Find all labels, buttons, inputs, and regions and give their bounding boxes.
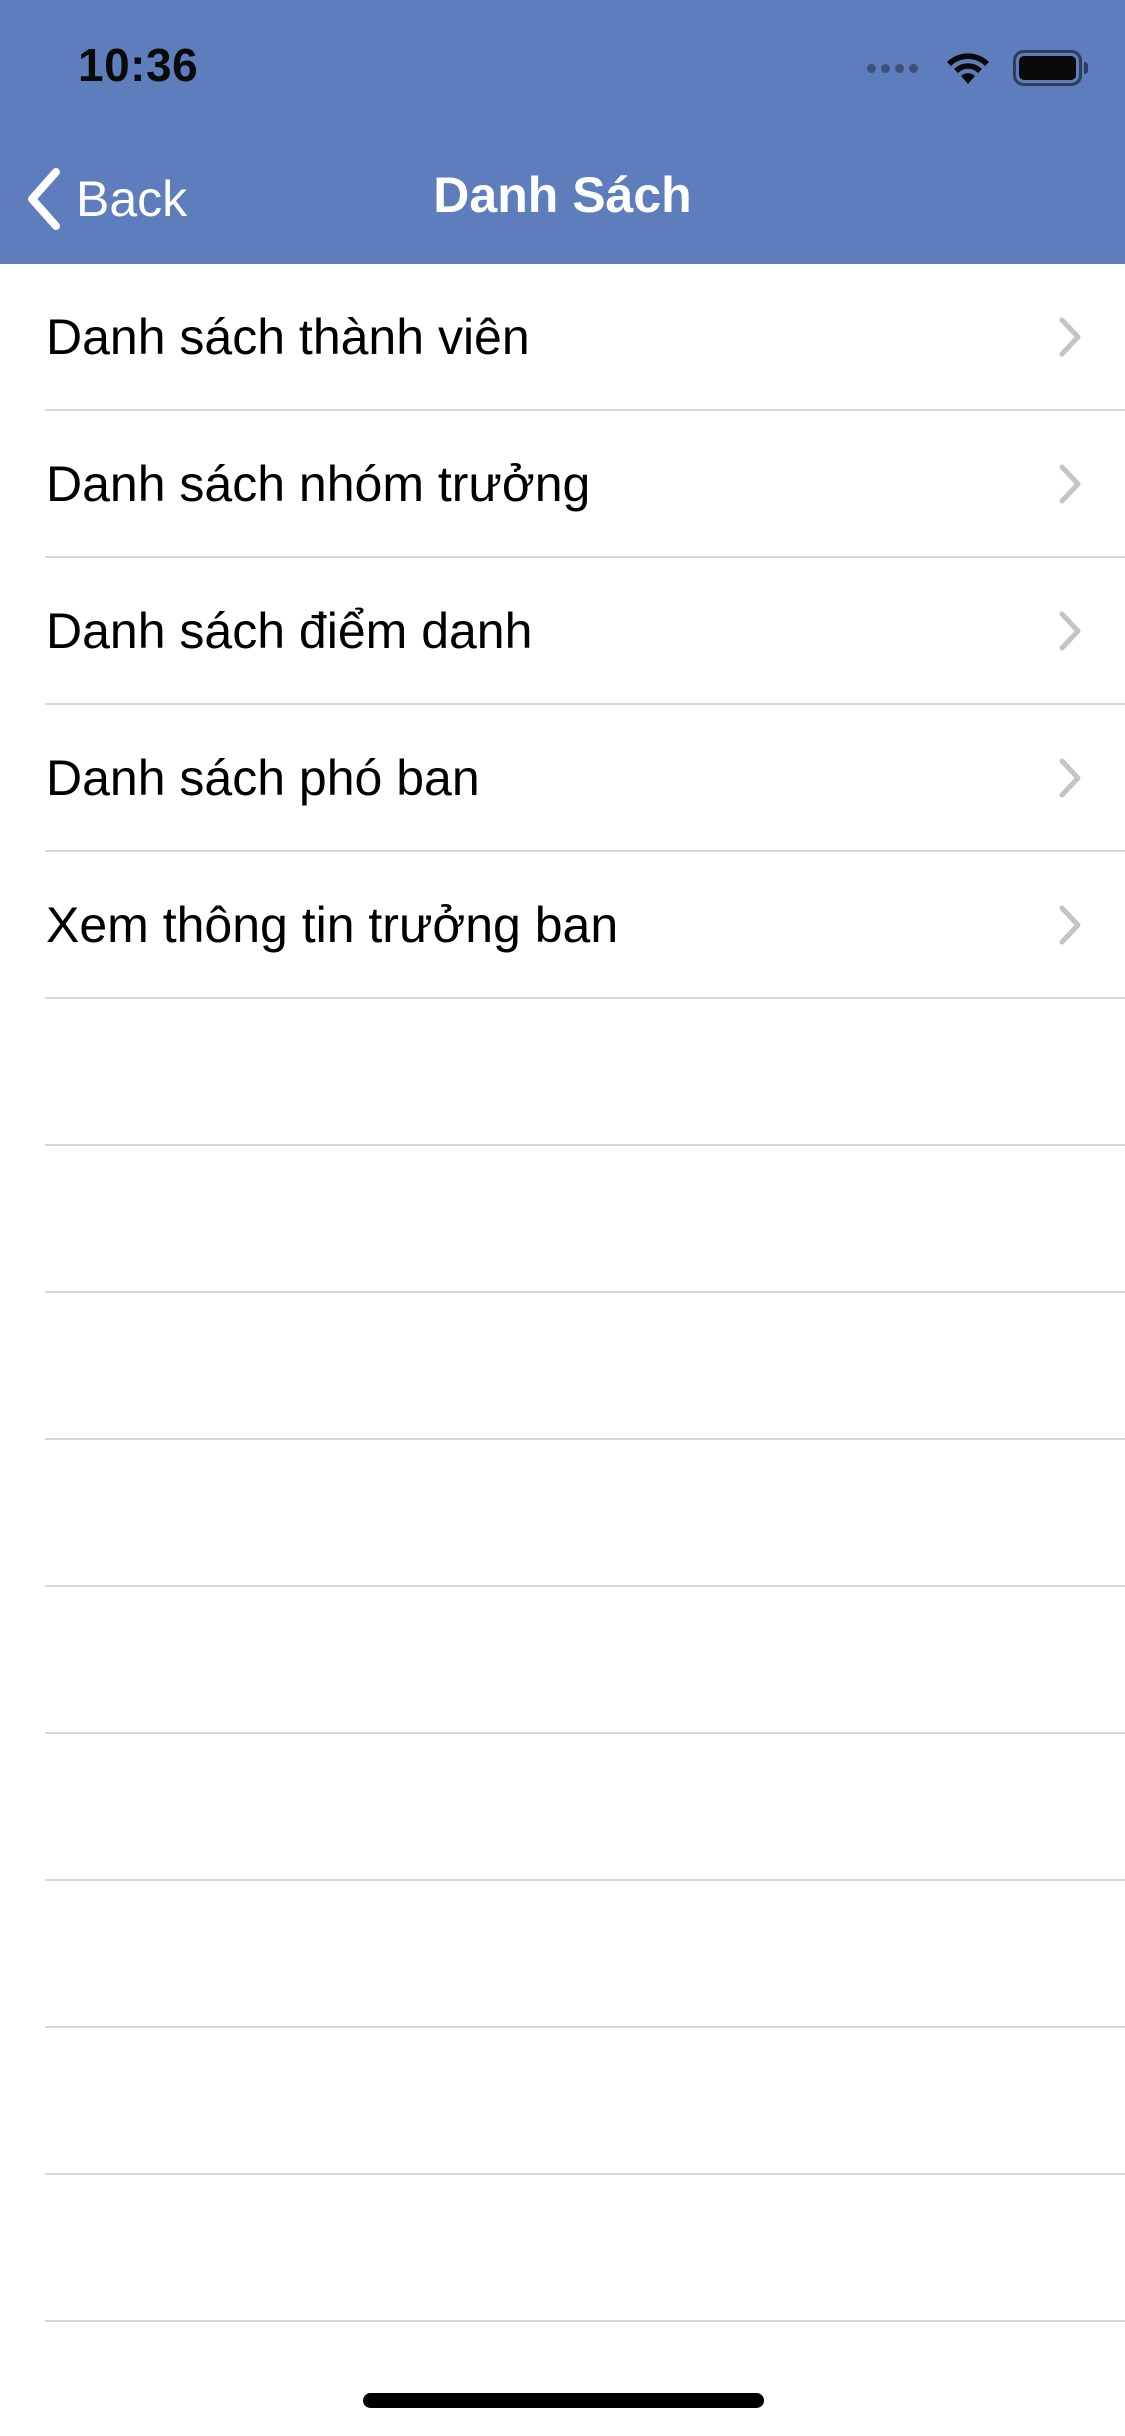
signal-icon xyxy=(867,63,923,73)
chevron-right-icon xyxy=(1059,611,1081,651)
list-item-label: Danh sách thành viên xyxy=(46,309,530,365)
empty-row xyxy=(0,1293,1125,1440)
empty-row xyxy=(0,1587,1125,1734)
list-item-thanh-vien[interactable]: Danh sách thành viên xyxy=(0,264,1125,411)
status-icons xyxy=(867,48,1089,88)
wifi-icon xyxy=(947,53,989,84)
empty-row xyxy=(0,1146,1125,1293)
empty-row xyxy=(0,2175,1125,2322)
page-title: Danh Sách xyxy=(433,167,692,223)
battery-icon xyxy=(1013,50,1088,86)
screen: 10:36 Back Danh Sách Danh sách thành viê… xyxy=(0,0,1125,2436)
list-item-label: Danh sách điểm danh xyxy=(46,603,533,659)
chevron-right-icon xyxy=(1059,317,1081,357)
navigation-header: 10:36 Back Danh Sách xyxy=(0,0,1125,264)
list-item-diem-danh[interactable]: Danh sách điểm danh xyxy=(0,558,1125,705)
list-item-nhom-truong[interactable]: Danh sách nhóm trưởng xyxy=(0,411,1125,558)
empty-row xyxy=(0,1440,1125,1587)
chevron-right-icon xyxy=(1059,758,1081,798)
empty-row xyxy=(0,2028,1125,2175)
list-item-truong-ban[interactable]: Xem thông tin trưởng ban xyxy=(0,852,1125,999)
empty-row xyxy=(0,1734,1125,1881)
empty-row xyxy=(0,999,1125,1146)
menu-list: Danh sách thành viên Danh sách nhóm trưở… xyxy=(0,264,1125,2322)
chevron-right-icon xyxy=(1059,464,1081,504)
list-item-label: Xem thông tin trưởng ban xyxy=(46,897,619,953)
empty-row xyxy=(0,1881,1125,2028)
list-item-label: Danh sách phó ban xyxy=(46,750,480,806)
chevron-right-icon xyxy=(1059,905,1081,945)
home-indicator[interactable] xyxy=(363,2393,764,2408)
status-time: 10:36 xyxy=(78,39,199,91)
list-item-label: Danh sách nhóm trưởng xyxy=(46,456,591,512)
list-item-pho-ban[interactable]: Danh sách phó ban xyxy=(0,705,1125,852)
